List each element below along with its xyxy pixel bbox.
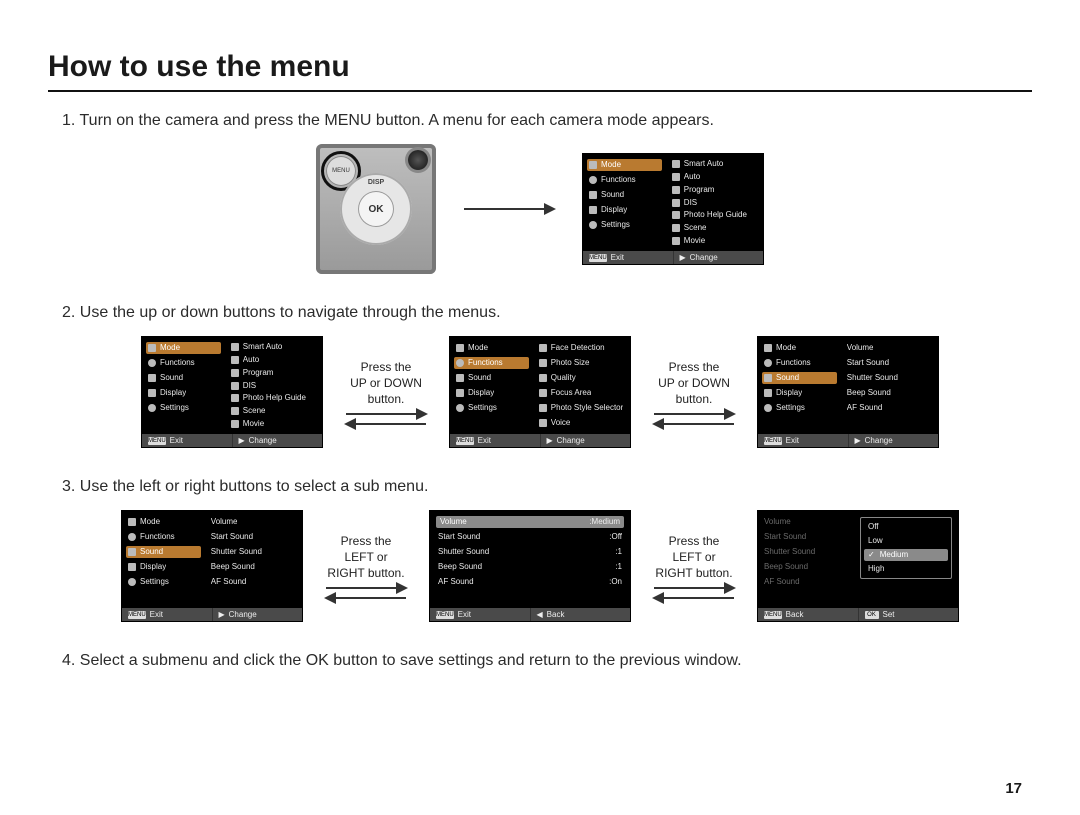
lcd-screen-functions: Mode Functions Sound Display Settings Fa…	[449, 336, 631, 448]
step-4-text: 4. Select a submenu and click the OK but…	[62, 652, 1032, 670]
ok-key-icon: OK	[865, 611, 879, 619]
arrow-left-icon	[326, 597, 406, 599]
step-3-row: Mode Functions Sound Display Settings Vo…	[48, 510, 1032, 622]
lcd-screen-mode: Mode Functions Sound Display Settings Sm…	[582, 153, 764, 265]
page-number: 17	[1005, 780, 1022, 797]
arrow-updown-2: Press the UP or DOWN button.	[639, 359, 749, 426]
camera-remote-illustration: MENU DISP OK	[316, 144, 436, 274]
lcd-screen-mode-2: Mode Functions Sound Display Settings Sm…	[141, 336, 323, 448]
nav-right-icon: ▶	[680, 254, 686, 262]
lcd-screen-sound: Mode Functions Sound Display Settings Vo…	[757, 336, 939, 448]
disp-label: DISP	[368, 179, 384, 186]
arrow-right-icon	[346, 413, 426, 415]
check-icon	[868, 551, 877, 559]
step-1-row: MENU DISP OK Mode Functions Sound Displa…	[48, 144, 1032, 274]
arrow-left-icon	[346, 423, 426, 425]
arrow-right-icon	[654, 413, 734, 415]
lcd-screen-sound-submenu: Volume:Medium Start Sound:Off Shutter So…	[429, 510, 631, 622]
lcd-screen-volume-options: Volume Start Sound Shutter Sound Beep So…	[757, 510, 959, 622]
step-2-row: Mode Functions Sound Display Settings Sm…	[48, 336, 1032, 448]
menu-key-icon: MENU	[589, 254, 607, 262]
step-2-text: 2. Use the up or down buttons to navigat…	[62, 304, 1032, 322]
menu-item-mode: Mode	[587, 159, 662, 171]
step-3-text: 3. Use the left or right buttons to sele…	[62, 478, 1032, 496]
arrow-leftright-2: Press the LEFT or RIGHT button.	[639, 533, 749, 600]
page-title: How to use the menu	[48, 50, 1032, 84]
arrow-leftright-1: Press the LEFT or RIGHT button.	[311, 533, 421, 600]
arrow-right-icon	[326, 587, 406, 589]
arrow-left-icon	[654, 597, 734, 599]
step-1-text: 1. Turn on the camera and press the MENU…	[62, 112, 1032, 130]
lcd-screen-sound-2: Mode Functions Sound Display Settings Vo…	[121, 510, 303, 622]
title-rule	[48, 90, 1032, 92]
arrow-updown-1: Press the UP or DOWN button.	[331, 359, 441, 426]
arrow-right-icon	[464, 208, 554, 210]
arrow-right-icon	[654, 587, 734, 589]
volume-option-box: Off Low Medium High	[860, 517, 952, 579]
arrow-left-icon	[654, 423, 734, 425]
ok-button: OK	[358, 191, 394, 227]
lens-icon	[408, 150, 428, 170]
nav-left-icon: ◀	[537, 611, 543, 619]
